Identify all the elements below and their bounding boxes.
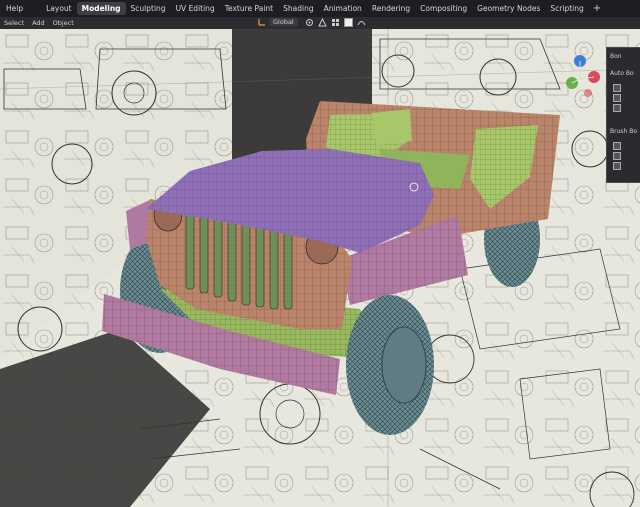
- orientation-dropdown[interactable]: Global: [269, 18, 298, 26]
- sidebar-n-panel: Bon Auto Bo Brush Bo: [606, 47, 640, 183]
- snap-icon[interactable]: [318, 18, 327, 27]
- viewport-header: Select Add Object Global: [0, 17, 640, 29]
- menu-add[interactable]: Add: [28, 19, 49, 27]
- tab-shading[interactable]: Shading: [278, 2, 318, 15]
- workspace-tab-bar: Help Layout Modeling Sculpting UV Editin…: [0, 0, 640, 17]
- tab-modeling[interactable]: Modeling: [76, 2, 126, 15]
- proportional-edit-icon[interactable]: [344, 18, 353, 27]
- transform-orientation[interactable]: Global: [258, 18, 298, 26]
- front-right-rim: [381, 326, 427, 404]
- orientation-axes-icon: [258, 19, 265, 26]
- npanel-section-auto[interactable]: Auto Bo: [610, 70, 634, 77]
- tab-sculpting[interactable]: Sculpting: [126, 2, 171, 15]
- tab-scripting[interactable]: Scripting: [545, 2, 588, 15]
- header-tools: [305, 18, 366, 27]
- pivot-icon[interactable]: [305, 18, 314, 27]
- tab-rendering[interactable]: Rendering: [367, 2, 415, 15]
- tab-uv-editing[interactable]: UV Editing: [171, 2, 220, 15]
- tab-geometry-nodes[interactable]: Geometry Nodes: [472, 2, 545, 15]
- viewport-scene: [0, 29, 640, 507]
- menu-object[interactable]: Object: [49, 19, 78, 27]
- add-workspace-button[interactable]: +: [593, 3, 601, 14]
- npanel-checkbox-5[interactable]: [613, 152, 621, 160]
- npanel-title: Bon: [610, 53, 622, 60]
- npanel-checkbox-3[interactable]: [613, 104, 621, 112]
- npanel-checkbox-1[interactable]: [613, 84, 621, 92]
- npanel-checkbox-2[interactable]: [613, 94, 621, 102]
- menu-help[interactable]: Help: [2, 4, 27, 13]
- menu-select[interactable]: Select: [0, 19, 28, 27]
- tab-compositing[interactable]: Compositing: [415, 2, 472, 15]
- tab-texture-paint[interactable]: Texture Paint: [220, 2, 278, 15]
- snap-grid-icon[interactable]: [331, 18, 340, 27]
- windshield-frame: [372, 109, 412, 145]
- falloff-icon[interactable]: [357, 18, 366, 27]
- tab-layout[interactable]: Layout: [41, 2, 77, 15]
- npanel-checkbox-4[interactable]: [613, 142, 621, 150]
- tab-animation[interactable]: Animation: [319, 2, 367, 15]
- npanel-checkbox-6[interactable]: [613, 162, 621, 170]
- npanel-section-brush[interactable]: Brush Bo: [610, 128, 637, 135]
- 3d-viewport[interactable]: [0, 29, 640, 507]
- blender-window: Help Layout Modeling Sculpting UV Editin…: [0, 0, 640, 507]
